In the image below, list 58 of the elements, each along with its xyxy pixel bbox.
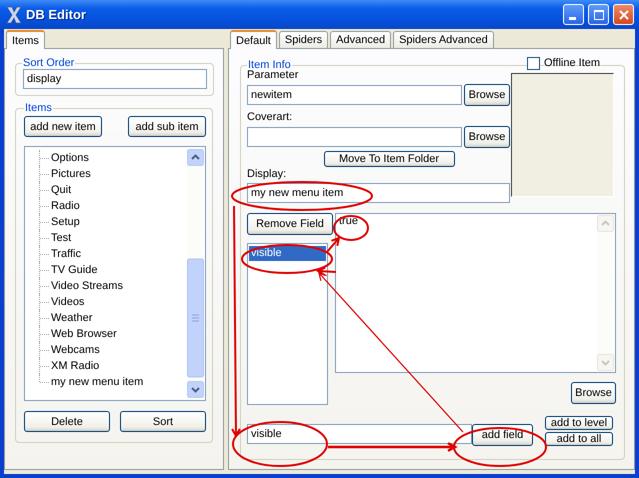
tree-item[interactable]: Radio [51, 200, 80, 212]
parameter-field[interactable]: newitem [247, 85, 462, 105]
add-sub-item-button[interactable]: add sub item [128, 116, 206, 137]
add-field-button[interactable]: add field [472, 424, 533, 446]
field-label: Parameter [247, 69, 300, 82]
move-to-folder-button[interactable]: Move To Item Folder [324, 151, 454, 167]
tree-item[interactable]: Setup [51, 216, 80, 228]
browse-button[interactable]: Browse [464, 84, 510, 106]
group-label: Sort Order [22, 57, 76, 69]
delete-button[interactable]: Delete [24, 411, 110, 432]
highlight-ring [333, 215, 369, 241]
field-label: Coverart: [247, 111, 294, 124]
coverart-field[interactable] [247, 127, 462, 147]
group-label: Items [24, 102, 53, 114]
close-icon [618, 10, 628, 20]
sort-order-field[interactable]: display [23, 69, 207, 89]
tab[interactable]: Default [230, 30, 277, 49]
tree-item[interactable]: TV Guide [51, 264, 98, 276]
scrollbar[interactable] [187, 149, 204, 398]
remove-field-button[interactable]: Remove Field [247, 213, 333, 235]
sort-button[interactable]: Sort [120, 411, 206, 432]
tab[interactable]: Spiders [278, 31, 328, 48]
tree-item[interactable]: Videos [51, 296, 84, 308]
checkbox-label: Offline Item [544, 57, 600, 70]
tree-item[interactable]: Traffic [51, 248, 81, 260]
window-title: DB Editor [26, 7, 87, 22]
tab[interactable]: Spiders Advanced [393, 31, 494, 48]
tree-item[interactable]: Options [51, 152, 89, 164]
app-logo-icon [6, 6, 22, 24]
tree-item[interactable]: Web Browser [51, 328, 117, 340]
tree-item[interactable]: Weather [51, 312, 92, 324]
minimize-button[interactable] [563, 4, 584, 25]
browse-button[interactable]: Browse [571, 382, 616, 404]
group-label: Item Info [248, 59, 291, 71]
offline-checkbox[interactable] [527, 57, 540, 70]
tree-item[interactable]: Video Streams [51, 280, 123, 292]
scrollbar[interactable] [597, 215, 614, 371]
tree-item[interactable]: Test [51, 232, 72, 244]
add-to-level-button[interactable]: add to level [545, 416, 613, 430]
tree-item[interactable]: my new menu item [51, 376, 144, 388]
tree-item[interactable]: Pictures [51, 168, 91, 180]
tree-item[interactable]: Webcams [51, 344, 100, 356]
minimize-icon [568, 17, 576, 20]
close-button[interactable] [613, 4, 634, 25]
tree-item[interactable]: XM Radio [51, 360, 100, 372]
field-name-input[interactable]: visible [247, 424, 472, 444]
add-new-item-button[interactable]: add new item [24, 116, 102, 137]
field-label: Display: [247, 168, 288, 181]
annotation-arrow [326, 236, 340, 253]
tree-item[interactable]: Quit [51, 184, 72, 196]
maximize-icon [594, 10, 604, 20]
tab[interactable]: Items [6, 30, 45, 49]
tab[interactable]: Advanced [330, 31, 392, 48]
maximize-button[interactable] [588, 4, 609, 25]
add-to-all-button[interactable]: add to all [545, 432, 613, 446]
browse-button[interactable]: Browse [464, 126, 510, 148]
menu-title-field[interactable]: my new menu item [247, 183, 510, 203]
list-item[interactable]: visible [249, 246, 326, 261]
